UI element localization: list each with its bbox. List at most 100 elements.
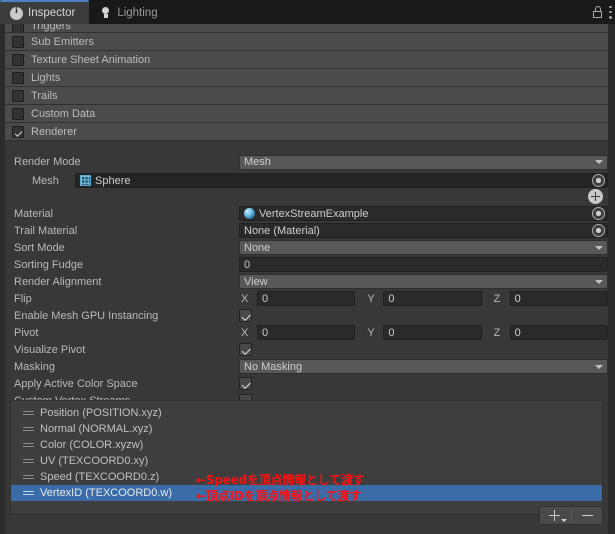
render-alignment-value: View: [244, 275, 268, 288]
module-row-sub-emitters[interactable]: Sub Emitters: [5, 33, 608, 51]
add-stream-button[interactable]: [541, 508, 569, 523]
render-mode-label: Render Mode: [14, 156, 81, 168]
mesh-value: Sphere: [95, 174, 131, 187]
flip-z-input[interactable]: 0: [509, 291, 608, 306]
module-row-custom-data[interactable]: Custom Data: [5, 105, 608, 123]
renderer-properties: Render Mode Mesh Mesh Sphere Material Ve…: [5, 152, 608, 409]
module-checkbox[interactable]: [12, 53, 24, 66]
material-value: VertexStreamExample: [259, 207, 369, 220]
row-gpu-instancing: Enable Mesh GPU Instancing: [5, 307, 608, 324]
sort-mode-dropdown[interactable]: None: [239, 240, 608, 255]
flip-x-value: 0: [262, 292, 269, 305]
trail-material-object-field[interactable]: None (Material): [239, 223, 608, 238]
row-mesh: Mesh Sphere: [5, 172, 608, 189]
row-apply-active-color-space: Apply Active Color Space: [5, 375, 608, 392]
module-label: Sub Emitters: [31, 35, 94, 48]
module-row-trails[interactable]: Trails: [5, 87, 608, 105]
tab-inspector[interactable]: Inspector: [0, 0, 90, 24]
list-item[interactable]: Normal (NORMAL.xyz): [11, 421, 602, 437]
chevron-down-icon: [595, 245, 603, 250]
chevron-down-icon: [595, 279, 603, 284]
pivot-z-axis-label: Z: [493, 326, 501, 339]
row-pivot: Pivot X 0 Y 0 Z 0: [5, 324, 608, 341]
module-checkbox[interactable]: [12, 71, 24, 84]
sort-mode-value: None: [244, 241, 271, 254]
module-checkbox[interactable]: [12, 125, 24, 138]
inspector-content: Triggers Sub Emitters Texture Sheet Anim…: [0, 24, 615, 534]
module-checkbox[interactable]: [12, 89, 24, 102]
sorting-fudge-value: 0: [244, 258, 251, 271]
gpu-instancing-checkbox[interactable]: [239, 309, 252, 322]
remove-stream-button[interactable]: [574, 508, 602, 523]
visualize-pivot-checkbox[interactable]: [239, 343, 252, 356]
object-picker-icon[interactable]: [592, 224, 605, 237]
mesh-add-row: [5, 189, 608, 205]
sorting-fudge-input[interactable]: 0: [239, 257, 608, 272]
tab-lighting[interactable]: Lighting: [89, 2, 172, 24]
inspector-window: Inspector Lighting Triggers Su: [0, 0, 615, 534]
object-picker-icon[interactable]: [592, 174, 605, 187]
list-item[interactable]: Position (POSITION.xyz): [11, 405, 602, 421]
row-render-alignment: Render Alignment View: [5, 273, 608, 290]
pivot-x-input[interactable]: 0: [257, 325, 356, 340]
chevron-down-icon: [595, 364, 603, 369]
flip-y-input[interactable]: 0: [383, 291, 482, 306]
trail-material-value: None (Material): [244, 224, 320, 237]
pivot-y-axis-label: Y: [367, 326, 375, 339]
material-label: Material: [14, 207, 54, 220]
pivot-z-input[interactable]: 0: [509, 325, 608, 340]
list-item[interactable]: UV (TEXCOORD0.xy): [11, 453, 602, 469]
mesh-icon: [80, 175, 91, 186]
kebab-menu-icon[interactable]: [609, 5, 612, 19]
module-row-lights[interactable]: Lights: [5, 69, 608, 87]
apply-active-color-space-checkbox[interactable]: [239, 377, 252, 390]
module-row-texture-sheet-animation[interactable]: Texture Sheet Animation: [5, 51, 608, 69]
module-checkbox[interactable]: [12, 107, 24, 120]
drag-handle-icon[interactable]: [23, 458, 34, 464]
lock-icon[interactable]: [592, 6, 603, 18]
pivot-y-input[interactable]: 0: [383, 325, 482, 340]
module-row-renderer[interactable]: Renderer: [5, 123, 608, 141]
render-mode-value: Mesh: [244, 156, 271, 168]
list-item[interactable]: Color (COLOR.xyzw): [11, 437, 602, 453]
trail-material-label: Trail Material: [14, 224, 78, 237]
drag-handle-icon[interactable]: [23, 474, 34, 480]
visualize-pivot-label: Visualize Pivot: [14, 343, 86, 356]
render-alignment-label: Render Alignment: [14, 275, 102, 288]
list-item-label: Color (COLOR.xyzw): [40, 439, 144, 451]
module-row-triggers[interactable]: Triggers: [5, 24, 608, 33]
row-material: Material VertexStreamExample: [5, 205, 608, 222]
mesh-object-field[interactable]: Sphere: [75, 173, 608, 188]
plus-icon: [549, 510, 560, 521]
masking-label: Masking: [14, 360, 55, 373]
flip-x-axis-label: X: [241, 292, 249, 305]
divider: [570, 510, 572, 521]
annotation-vertexid: ←頂点IDを頂点情報として渡す: [196, 489, 362, 503]
flip-x-input[interactable]: 0: [257, 291, 356, 306]
list-item-label: Normal (NORMAL.xyz): [40, 423, 153, 435]
render-alignment-dropdown[interactable]: View: [239, 274, 608, 289]
render-mode-dropdown[interactable]: Mesh: [239, 154, 608, 170]
row-sort-mode: Sort Mode None: [5, 239, 608, 256]
flip-label: Flip: [14, 292, 32, 305]
module-checkbox[interactable]: [12, 24, 24, 32]
tab-bar-actions: [592, 0, 615, 24]
drag-handle-icon[interactable]: [23, 410, 34, 416]
material-object-field[interactable]: VertexStreamExample: [239, 206, 608, 221]
drag-handle-icon[interactable]: [23, 426, 34, 432]
drag-handle-icon[interactable]: [23, 442, 34, 448]
masking-dropdown[interactable]: No Masking: [239, 359, 608, 374]
masking-value: No Masking: [244, 360, 303, 373]
pivot-label: Pivot: [14, 326, 39, 339]
sorting-fudge-label: Sorting Fudge: [14, 258, 84, 271]
list-item-label: UV (TEXCOORD0.xy): [40, 455, 149, 467]
flip-y-axis-label: Y: [367, 292, 375, 305]
module-checkbox[interactable]: [12, 35, 24, 48]
module-list: Triggers Sub Emitters Texture Sheet Anim…: [5, 24, 608, 141]
material-sphere-icon: [244, 208, 255, 219]
chevron-down-icon: [560, 519, 567, 522]
add-icon[interactable]: [588, 189, 603, 204]
object-picker-icon[interactable]: [592, 207, 605, 220]
annotation-speed: ←Speedを頂点情報として渡す: [196, 473, 365, 487]
drag-handle-icon[interactable]: [23, 490, 34, 496]
